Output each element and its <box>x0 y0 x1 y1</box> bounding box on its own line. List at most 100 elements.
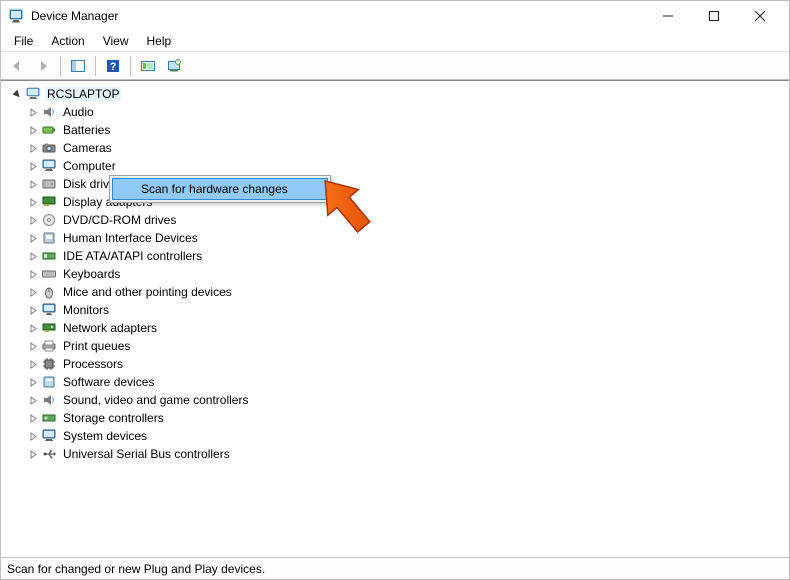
expander-icon[interactable] <box>11 88 23 100</box>
tree-node-label: System devices <box>61 429 149 443</box>
tree-node-label: Sound, video and game controllers <box>61 393 250 407</box>
tree-node[interactable]: Network adapters <box>1 319 789 337</box>
device-category-icon <box>41 158 57 174</box>
computer-icon <box>25 86 41 102</box>
expander-icon[interactable] <box>27 358 39 370</box>
expander-icon[interactable] <box>27 376 39 388</box>
tree-node-label: Keyboards <box>61 267 122 281</box>
tree-node[interactable]: Storage controllers <box>1 409 789 427</box>
tree-node[interactable]: Keyboards <box>1 265 789 283</box>
expander-icon[interactable] <box>27 160 39 172</box>
tree-node[interactable]: Human Interface Devices <box>1 229 789 247</box>
tree-node-label: IDE ATA/ATAPI controllers <box>61 249 204 263</box>
tree-node[interactable]: Monitors <box>1 301 789 319</box>
device-category-icon <box>41 410 57 426</box>
expander-icon[interactable] <box>27 214 39 226</box>
maximize-button[interactable] <box>691 1 737 31</box>
expander-icon[interactable] <box>27 412 39 424</box>
add-hardware-button[interactable] <box>162 54 186 78</box>
tree-root-label: RCSLAPTOP <box>45 87 121 101</box>
toolbar-separator <box>130 56 131 76</box>
expander-icon[interactable] <box>27 124 39 136</box>
tree-node[interactable]: Processors <box>1 355 789 373</box>
tree-node[interactable]: Audio <box>1 103 789 121</box>
device-category-icon <box>41 266 57 282</box>
tree-root-node[interactable]: RCSLAPTOP <box>1 85 789 103</box>
tree-node[interactable]: Universal Serial Bus controllers <box>1 445 789 463</box>
tree-node-label: Monitors <box>61 303 111 317</box>
tree-node[interactable]: Sound, video and game controllers <box>1 391 789 409</box>
expander-icon[interactable] <box>27 322 39 334</box>
svg-text:?: ? <box>110 61 117 73</box>
tree-node[interactable]: Cameras <box>1 139 789 157</box>
tree-node-label: Computer <box>61 159 118 173</box>
menu-help[interactable]: Help <box>138 32 181 50</box>
expander-icon[interactable] <box>27 394 39 406</box>
menu-view[interactable]: View <box>94 32 138 50</box>
device-category-icon <box>41 302 57 318</box>
tree-node[interactable]: Mice and other pointing devices <box>1 283 789 301</box>
device-manager-window: PC.com Device Manager File Ac <box>0 0 790 580</box>
device-category-icon <box>41 320 57 336</box>
tree-node-label: Network adapters <box>61 321 159 335</box>
expander-icon[interactable] <box>27 106 39 118</box>
context-menu-scan-hardware[interactable]: Scan for hardware changes <box>112 178 328 200</box>
device-category-icon <box>41 248 57 264</box>
tree-node[interactable]: DVD/CD-ROM drives <box>1 211 789 229</box>
tree-node[interactable]: Print queues <box>1 337 789 355</box>
scan-hardware-button[interactable] <box>136 54 160 78</box>
device-category-icon <box>41 428 57 444</box>
toolbar: ? <box>1 52 789 80</box>
tree-node-label: DVD/CD-ROM drives <box>61 213 178 227</box>
expander-icon[interactable] <box>27 430 39 442</box>
expander-icon[interactable] <box>27 142 39 154</box>
context-menu-item-label: Scan for hardware changes <box>141 182 288 196</box>
expander-icon[interactable] <box>27 268 39 280</box>
menu-action[interactable]: Action <box>42 32 93 50</box>
device-category-icon <box>41 446 57 462</box>
back-button[interactable] <box>5 54 29 78</box>
expander-icon[interactable] <box>27 304 39 316</box>
tree-node-label: Universal Serial Bus controllers <box>61 447 232 461</box>
expander-icon[interactable] <box>27 448 39 460</box>
status-text: Scan for changed or new Plug and Play de… <box>7 562 265 576</box>
tree-node[interactable]: IDE ATA/ATAPI controllers <box>1 247 789 265</box>
device-category-icon <box>41 356 57 372</box>
device-category-icon <box>41 140 57 156</box>
tree-node-label: Mice and other pointing devices <box>61 285 234 299</box>
tree-node-label: Batteries <box>61 123 112 137</box>
tree-node[interactable]: Computer <box>1 157 789 175</box>
device-category-icon <box>41 338 57 354</box>
expander-icon[interactable] <box>27 340 39 352</box>
device-category-icon <box>41 122 57 138</box>
expander-icon[interactable] <box>27 178 39 190</box>
tree-node-label: Processors <box>61 357 125 371</box>
tree-node[interactable]: Software devices <box>1 373 789 391</box>
minimize-button[interactable] <box>645 1 691 31</box>
expander-icon[interactable] <box>27 286 39 298</box>
tree-node[interactable]: System devices <box>1 427 789 445</box>
device-tree[interactable]: RCSLAPTOP Audio Batteries Cameras Computer D… <box>1 80 789 557</box>
close-button[interactable] <box>737 1 783 31</box>
app-icon <box>7 7 25 25</box>
status-bar: Scan for changed or new Plug and Play de… <box>1 557 789 579</box>
expander-icon[interactable] <box>27 250 39 262</box>
tree-node[interactable]: Batteries <box>1 121 789 139</box>
device-category-icon <box>41 284 57 300</box>
device-category-icon <box>41 212 57 228</box>
expander-icon[interactable] <box>27 232 39 244</box>
device-category-icon <box>41 392 57 408</box>
device-category-icon <box>41 194 57 210</box>
tree-node-label: Audio <box>61 105 96 119</box>
device-category-icon <box>41 176 57 192</box>
menu-file[interactable]: File <box>5 32 42 50</box>
tree-node-label: Human Interface Devices <box>61 231 200 245</box>
show-hide-console-tree-button[interactable] <box>66 54 90 78</box>
toolbar-separator <box>60 56 61 76</box>
window-controls <box>645 1 783 31</box>
expander-icon[interactable] <box>27 196 39 208</box>
tree-node-label: Storage controllers <box>61 411 166 425</box>
toolbar-separator <box>95 56 96 76</box>
forward-button[interactable] <box>31 54 55 78</box>
help-button[interactable]: ? <box>101 54 125 78</box>
